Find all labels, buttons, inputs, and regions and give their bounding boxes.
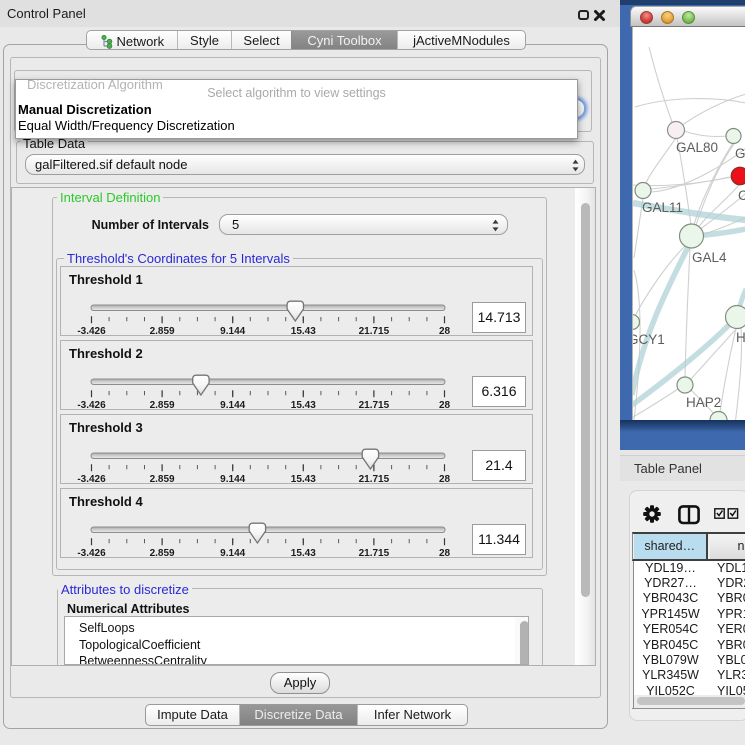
svg-text:9.144: 9.144 bbox=[220, 474, 245, 485]
svg-text:15.43: 15.43 bbox=[291, 400, 316, 411]
svg-text:-3.426: -3.426 bbox=[77, 474, 106, 485]
svg-text:21.715: 21.715 bbox=[359, 548, 390, 559]
svg-text:15.43: 15.43 bbox=[291, 474, 316, 485]
svg-text:21.715: 21.715 bbox=[359, 474, 390, 485]
svg-text:GAL80: GAL80 bbox=[676, 140, 718, 155]
svg-text:9.144: 9.144 bbox=[220, 400, 245, 411]
svg-text:2.859: 2.859 bbox=[150, 548, 175, 559]
svg-text:28: 28 bbox=[439, 548, 451, 559]
svg-text:GAL4: GAL4 bbox=[692, 250, 727, 265]
svg-text:2.859: 2.859 bbox=[150, 474, 175, 485]
svg-text:9.144: 9.144 bbox=[220, 548, 245, 559]
svg-text:GA: GA bbox=[735, 146, 745, 161]
svg-text:21.715: 21.715 bbox=[359, 400, 390, 411]
svg-text:2.859: 2.859 bbox=[150, 326, 175, 337]
svg-text:9.144: 9.144 bbox=[220, 326, 245, 337]
svg-text:15.43: 15.43 bbox=[291, 326, 316, 337]
svg-text:21.715: 21.715 bbox=[359, 326, 390, 337]
svg-text:GAL11: GAL11 bbox=[642, 200, 683, 215]
svg-text:15.43: 15.43 bbox=[291, 548, 316, 559]
svg-text:28: 28 bbox=[439, 326, 451, 337]
svg-text:GCY1: GCY1 bbox=[633, 332, 665, 347]
svg-text:28: 28 bbox=[439, 400, 451, 411]
svg-text:28: 28 bbox=[439, 474, 451, 485]
svg-text:2.859: 2.859 bbox=[150, 400, 175, 411]
svg-text:-3.426: -3.426 bbox=[77, 326, 106, 337]
svg-text:H: H bbox=[736, 330, 745, 345]
svg-text:-3.426: -3.426 bbox=[77, 400, 106, 411]
svg-text:HAP2: HAP2 bbox=[686, 395, 721, 410]
svg-text:C: C bbox=[738, 188, 745, 203]
svg-text:-3.426: -3.426 bbox=[77, 548, 106, 559]
